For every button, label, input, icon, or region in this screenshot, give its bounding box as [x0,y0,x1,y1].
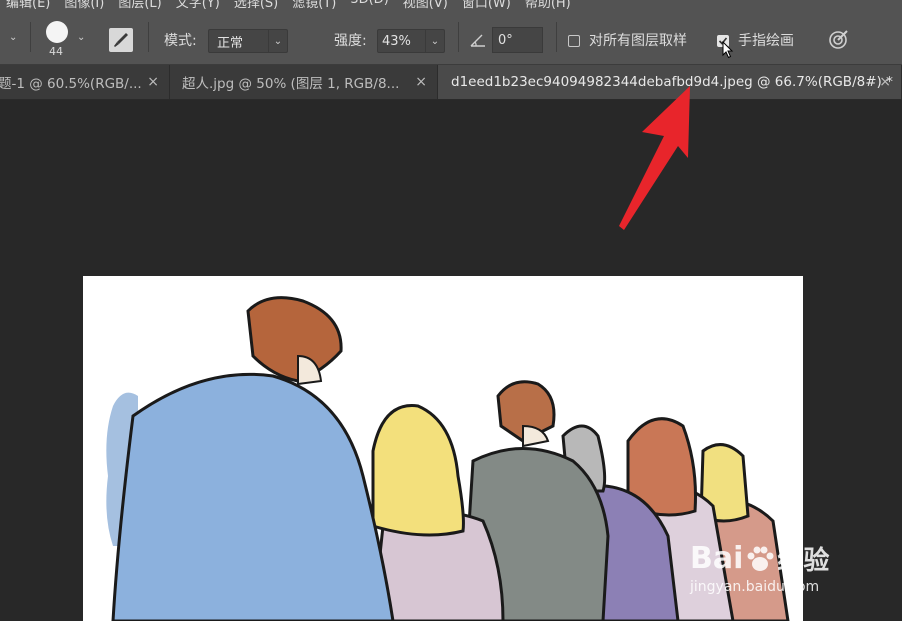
brush-size: 44 [49,45,63,58]
brush-chevron-icon[interactable]: ⌄ [77,32,85,43]
mode-select[interactable]: 正常 ⌄ [208,29,288,53]
menu-image[interactable]: 图像(I) [64,0,104,10]
tab-label: 题-1 @ 60.5%(RGB/... [0,76,142,92]
menu-help[interactable]: 帮助(H) [525,0,571,10]
brush-settings-icon[interactable] [109,28,133,52]
mode-value: 正常 [217,35,244,51]
sample-all-layers-label: 对所有图层取样 [589,33,687,49]
chevron-down-icon: ⌄ [268,30,287,52]
paw-logo-icon [745,544,775,574]
close-icon[interactable]: × [147,74,159,90]
divider [30,22,31,52]
menu-view[interactable]: 视图(V) [403,0,448,10]
menu-layer[interactable]: 图层(L) [118,0,161,10]
mouse-cursor-icon [722,40,734,63]
angle-value: 0° [498,32,513,48]
menu-bar: 编辑(E) 图像(I) 图层(L) 文字(Y) 选择(S) 滤镜(T) 3D(D… [0,0,902,10]
angle-input[interactable]: 0° [492,27,543,53]
annotation-arrow-icon [619,86,690,230]
menu-window[interactable]: 窗口(W) [462,0,511,10]
chevron-down-icon: ⌄ [425,30,444,52]
pressure-icon[interactable] [828,28,850,54]
tool-preset-chevron-icon[interactable]: ⌄ [9,32,17,43]
divider [148,22,149,52]
menu-edit[interactable]: 编辑(E) [6,0,50,10]
sample-all-layers-checkbox[interactable] [568,35,580,47]
tab-label: 超人.jpg @ 50% (图层 1, RGB/8... [182,76,400,92]
tab-document-2[interactable]: 超人.jpg @ 50% (图层 1, RGB/8... × [170,65,438,99]
menu-3d[interactable]: 3D(D) [350,0,388,10]
watermark-brand-suffix: 经验 [777,546,830,576]
watermark-url: jingyan.baidu.com [690,579,820,595]
mode-label: 模式: [164,33,197,49]
finger-painting-label: 手指绘画 [738,33,794,49]
watermark-brand: Bai [690,541,744,576]
menu-filter[interactable]: 滤镜(T) [292,0,336,10]
close-icon[interactable]: × [415,74,427,90]
brush-preview-icon[interactable] [46,21,68,43]
strength-value: 43% [382,33,411,49]
strength-label: 强度: [334,33,367,49]
document-tab-bar: 题-1 @ 60.5%(RGB/... × 超人.jpg @ 50% (图层 1… [0,65,902,100]
menu-select[interactable]: 选择(S) [234,0,278,10]
strength-select[interactable]: 43% ⌄ [377,29,445,53]
tab-document-1[interactable]: 题-1 @ 60.5%(RGB/... × [0,65,170,99]
divider [458,22,459,52]
baidu-watermark: Bai 经验 jingyan.baidu.com [690,540,860,600]
divider [556,22,557,52]
angle-icon [470,32,486,51]
close-icon[interactable]: × [879,74,891,90]
menu-type[interactable]: 文字(Y) [176,0,220,10]
options-bar: ⌄ 44 ⌄ 模式: 正常 ⌄ 强度: 43% ⌄ 0° 对所有图层取样 手指绘… [0,10,902,65]
